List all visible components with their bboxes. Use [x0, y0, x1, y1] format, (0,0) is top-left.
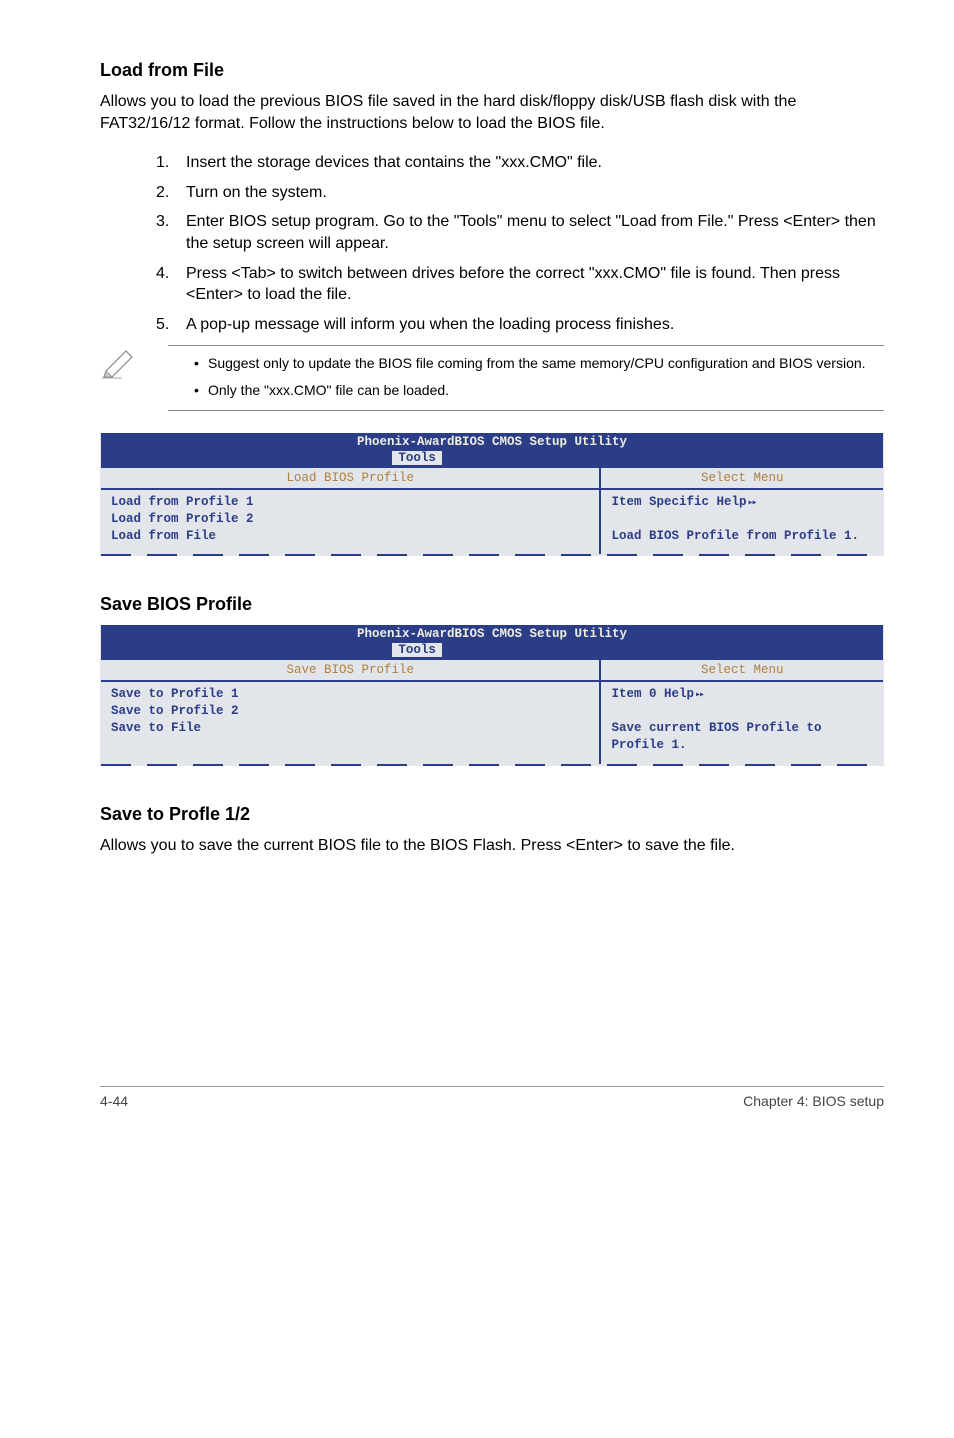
bios-main-body: Load from Profile 1 Load from Profile 2 …: [101, 490, 599, 555]
save-profile-text: Allows you to save the current BIOS file…: [100, 835, 884, 857]
note-item: Only the "xxx.CMO" file can be loaded.: [194, 381, 880, 400]
step-item: Insert the storage devices that contains…: [156, 152, 884, 174]
bios-title: Phoenix-AwardBIOS CMOS Setup Utility: [101, 625, 883, 643]
help-description: Load BIOS Profile from Profile 1.: [611, 529, 859, 543]
bios-tab-row: Tools: [101, 451, 883, 466]
bios-screen-save: Phoenix-AwardBIOS CMOS Setup Utility Too…: [100, 625, 884, 765]
note-content: Suggest only to update the BIOS file com…: [168, 345, 884, 411]
bios-main-heading: Load BIOS Profile: [101, 468, 599, 490]
bios-screen-load: Phoenix-AwardBIOS CMOS Setup Utility Too…: [100, 433, 884, 556]
page-number: 4-44: [100, 1093, 128, 1109]
bios-side-body: Item Specific Help Load BIOS Profile fro…: [601, 490, 883, 555]
heading-save-to-profile: Save to Profle 1/2: [100, 804, 884, 825]
bios-tab-tools: Tools: [390, 451, 444, 465]
bios-menu-item: Save to Profile 2: [111, 703, 589, 720]
bios-title: Phoenix-AwardBIOS CMOS Setup Utility: [101, 433, 883, 451]
help-line: Item 0 Help: [611, 687, 703, 701]
bios-tab-tools: Tools: [390, 643, 444, 657]
bios-menu-item: Load from Profile 2: [111, 511, 589, 528]
chapter-label: Chapter 4: BIOS setup: [743, 1093, 884, 1109]
bios-menu-item: Save to File: [111, 720, 589, 737]
steps-list: Insert the storage devices that contains…: [100, 152, 884, 335]
step-item: Enter BIOS setup program. Go to the "Too…: [156, 211, 884, 254]
bios-menu-item: Load from Profile 1: [111, 494, 589, 511]
heading-load-from-file: Load from File: [100, 60, 884, 81]
note-item: Suggest only to update the BIOS file com…: [194, 354, 880, 373]
note-block: Suggest only to update the BIOS file com…: [100, 345, 884, 411]
page-footer: 4-44 Chapter 4: BIOS setup: [100, 1086, 884, 1109]
step-item: A pop-up message will inform you when th…: [156, 314, 884, 336]
bios-menu-item: Load from File: [111, 528, 589, 545]
intro-text: Allows you to load the previous BIOS fil…: [100, 91, 884, 134]
help-description: Save current BIOS Profile to Profile 1.: [611, 721, 821, 752]
step-item: Press <Tab> to switch between drives bef…: [156, 263, 884, 306]
bios-menu-item: Save to Profile 1: [111, 686, 589, 703]
pencil-icon: [100, 345, 140, 377]
step-item: Turn on the system.: [156, 182, 884, 204]
bios-side-body: Item 0 Help Save current BIOS Profile to…: [601, 682, 883, 764]
heading-save-bios-profile: Save BIOS Profile: [100, 594, 884, 615]
bios-tab-row: Tools: [101, 643, 883, 658]
bios-side-heading: Select Menu: [601, 468, 883, 490]
bios-main-heading: Save BIOS Profile: [101, 660, 599, 682]
bios-main-body: Save to Profile 1 Save to Profile 2 Save…: [101, 682, 599, 747]
help-line: Item Specific Help: [611, 495, 755, 509]
bios-side-heading: Select Menu: [601, 660, 883, 682]
